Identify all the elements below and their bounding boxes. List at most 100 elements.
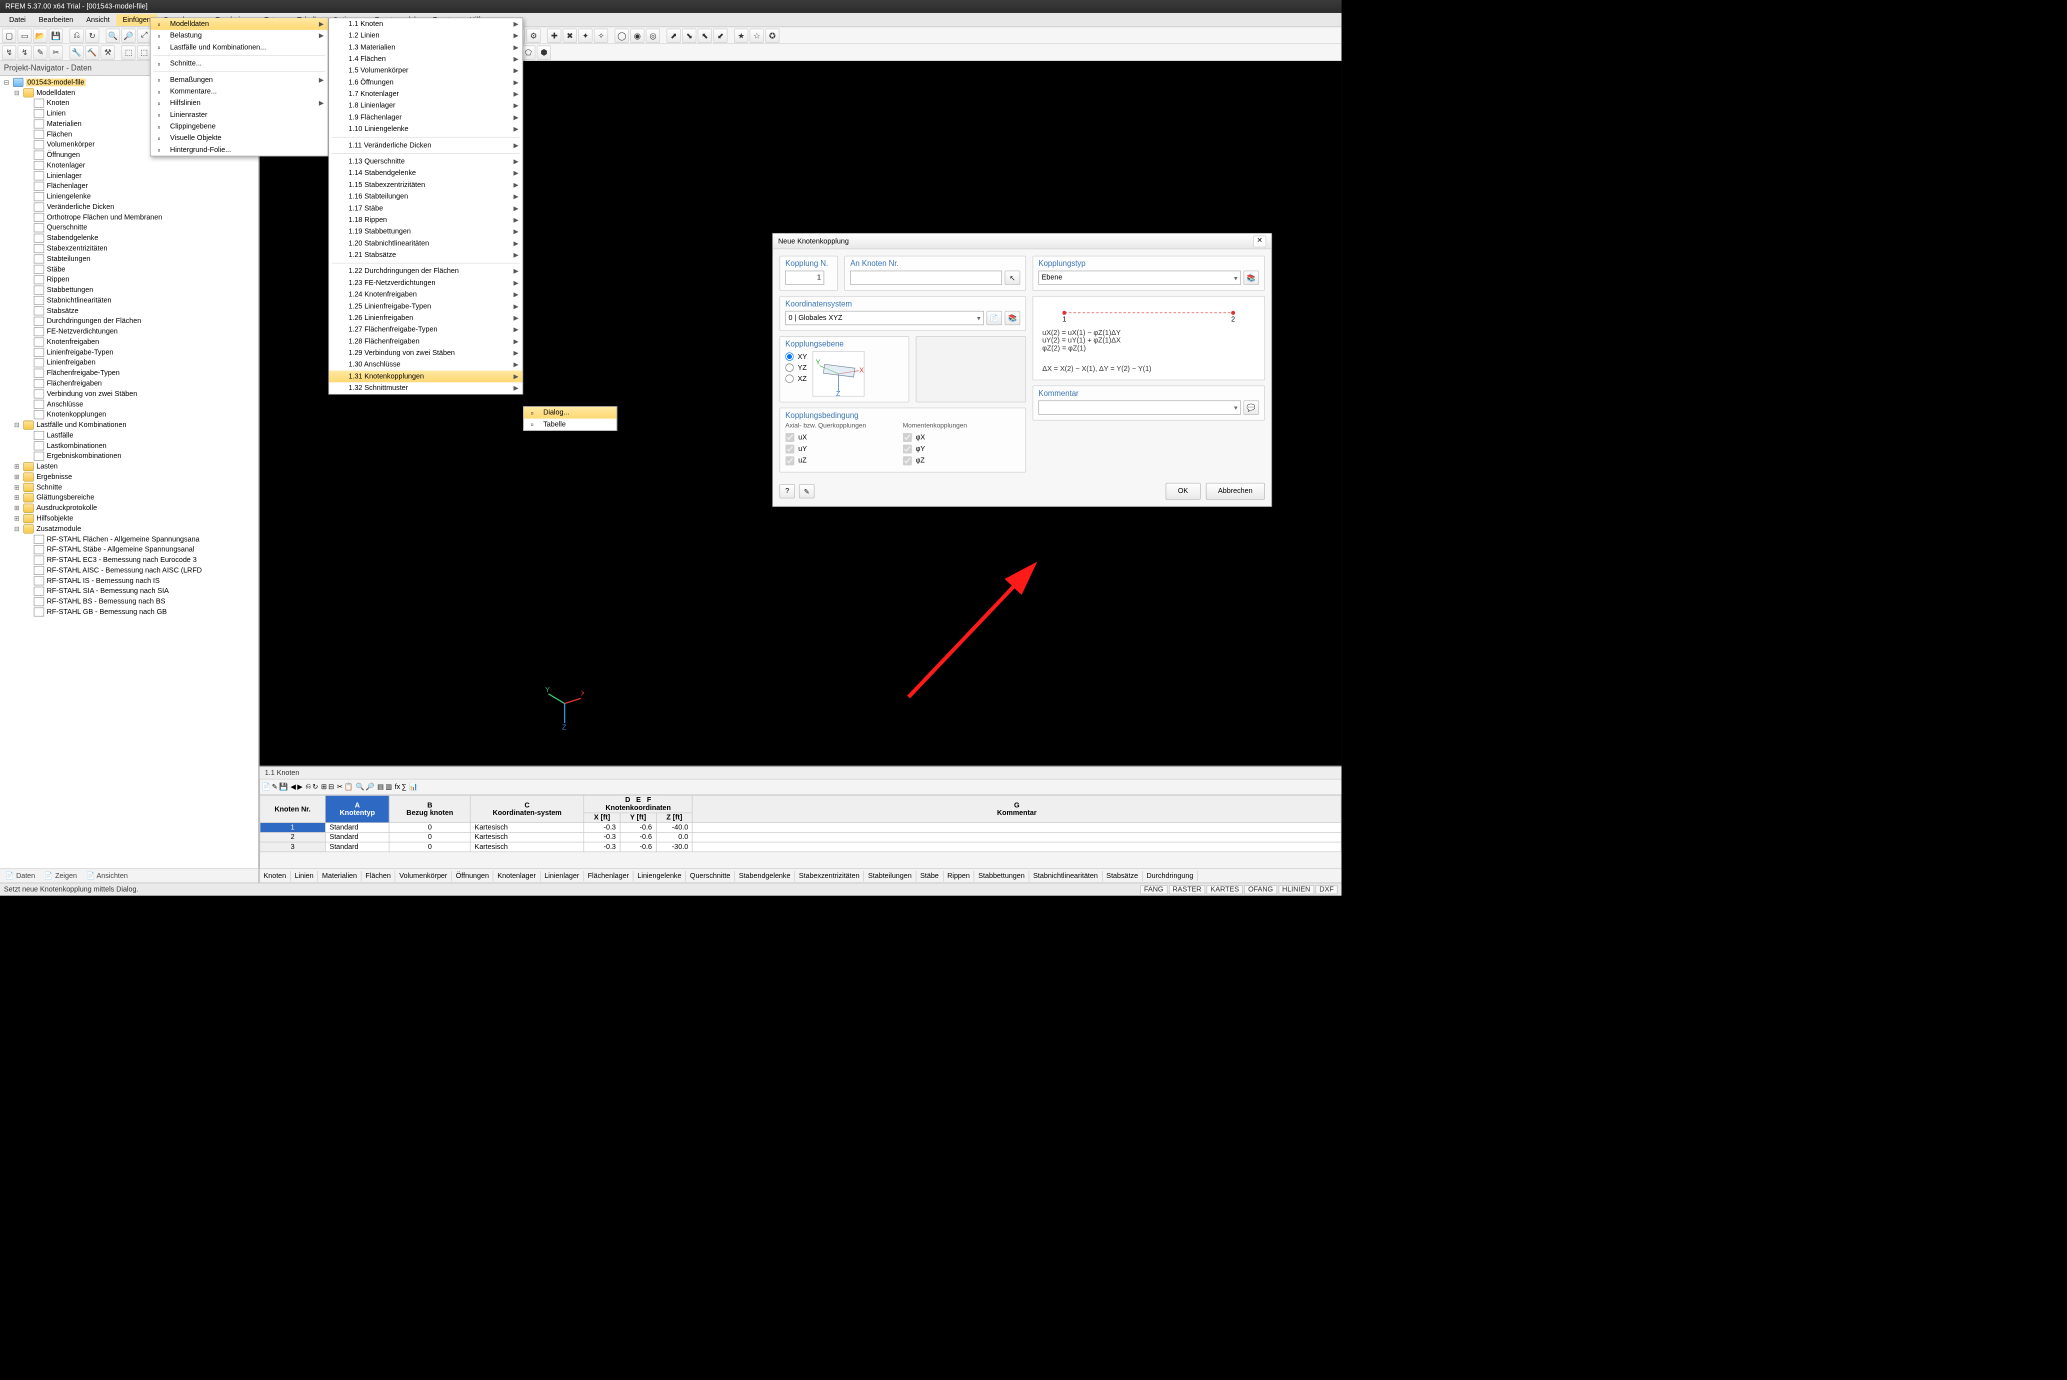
toolbar-btn[interactable]: ⬢ bbox=[537, 45, 551, 59]
menu-datei[interactable]: Datei bbox=[3, 14, 33, 26]
table-tab[interactable]: Materialien bbox=[318, 871, 361, 881]
check-option[interactable]: uY bbox=[785, 443, 902, 455]
nav-tab[interactable]: Ansichten bbox=[86, 872, 128, 880]
submenu-item[interactable]: 1.16 Stabteilungen▶ bbox=[329, 191, 522, 203]
submenu-item[interactable]: 1.27 Flächenfreigabe-Typen▶ bbox=[329, 324, 522, 336]
3d-viewport[interactable]: Y X Z ▫Modelldaten▶▫Belastung▶▫Lastfälle… bbox=[260, 61, 1342, 766]
toolbar-btn[interactable]: 🔎 bbox=[121, 28, 135, 42]
comment-apply-icon[interactable]: 💬 bbox=[1243, 400, 1259, 414]
menu-bearbeiten[interactable]: Bearbeiten bbox=[32, 14, 80, 26]
toolbar-btn[interactable]: ✦ bbox=[578, 28, 592, 42]
toolbar-btn[interactable]: ⚙ bbox=[526, 28, 540, 42]
tree-node[interactable]: Stabbettungen bbox=[0, 285, 258, 295]
table-tabs[interactable]: KnotenLinienMaterialienFlächenVolumenkör… bbox=[260, 868, 1342, 882]
menu-item[interactable]: ▫Bemaßungen▶ bbox=[151, 74, 328, 86]
ok-button[interactable]: OK bbox=[1166, 483, 1201, 500]
toolbar-btn[interactable]: 💾 bbox=[49, 28, 63, 42]
tree-node[interactable]: Stabsätze bbox=[0, 306, 258, 316]
submenu-item[interactable]: 1.22 Durchdringungen der Flächen▶ bbox=[329, 265, 522, 277]
toolbar-btn[interactable]: 🔧 bbox=[69, 45, 83, 59]
tree-node[interactable]: RF-STAHL IS - Bemessung nach IS bbox=[0, 576, 258, 586]
tree-node[interactable]: Stabexzentrizitäten bbox=[0, 243, 258, 253]
table-tab[interactable]: Liniengelenke bbox=[634, 871, 686, 881]
submenu-item[interactable]: 1.6 Öffnungen▶ bbox=[329, 77, 522, 89]
table-tab[interactable]: Linien bbox=[291, 871, 318, 881]
toolbar-btn[interactable]: ⊞ bbox=[321, 783, 327, 791]
check-option[interactable]: uX bbox=[785, 432, 902, 444]
tree-node[interactable]: RF-STAHL GB - Bemessung nach GB bbox=[0, 607, 258, 617]
submenu-item[interactable]: 1.32 Schnittmuster▶ bbox=[329, 382, 522, 394]
pick-nodes-icon[interactable]: ↖ bbox=[1005, 271, 1021, 285]
check-option[interactable]: φZ bbox=[903, 455, 1020, 467]
tree-node[interactable]: ⊞Schnitte bbox=[0, 482, 258, 492]
submenu-item[interactable]: 1.10 Liniengelenke▶ bbox=[329, 123, 522, 135]
table-tab[interactable]: Stabnichtlinearitäten bbox=[1029, 871, 1102, 881]
toolbar-btn[interactable]: 📊 bbox=[409, 783, 418, 791]
table-tab[interactable]: Flächen bbox=[362, 871, 396, 881]
table-tab[interactable]: Linienlager bbox=[540, 871, 583, 881]
cancel-button[interactable]: Abbrechen bbox=[1206, 483, 1265, 500]
toolbar-btn[interactable]: ▢ bbox=[2, 28, 16, 42]
check-option[interactable]: uZ bbox=[785, 455, 902, 467]
menu-item[interactable]: ▫Modelldaten▶ bbox=[151, 18, 328, 30]
coupling-no-field[interactable] bbox=[785, 271, 824, 285]
tree-node[interactable]: RF-STAHL AISC - Bemessung nach AISC (LRF… bbox=[0, 565, 258, 575]
note-icon[interactable]: ✎ bbox=[799, 484, 815, 498]
submenu2-item[interactable]: ▫Tabelle bbox=[524, 419, 617, 431]
status-cell[interactable]: FANG bbox=[1140, 885, 1167, 894]
table-tab[interactable]: Öffnungen bbox=[452, 871, 494, 881]
toolbar-btn[interactable]: ◉ bbox=[630, 28, 644, 42]
toolbar-btn[interactable]: ⬠ bbox=[521, 45, 535, 59]
tree-node[interactable]: Flächenfreigaben bbox=[0, 378, 258, 388]
at-nodes-field[interactable] bbox=[850, 271, 1002, 285]
tree-node[interactable]: RF-STAHL EC3 - Bemessung nach Eurocode 3 bbox=[0, 555, 258, 565]
tree-node[interactable]: Orthotrope Flächen und Membranen bbox=[0, 212, 258, 222]
toolbar-btn[interactable]: ◯ bbox=[615, 28, 629, 42]
menu-item[interactable]: ▫Kommentare... bbox=[151, 86, 328, 98]
toolbar-btn[interactable]: ↯ bbox=[18, 45, 32, 59]
tree-node[interactable]: ⊞Ergebnisse bbox=[0, 472, 258, 482]
modelldaten-submenu[interactable]: 1.1 Knoten▶1.2 Linien▶1.3 Materialien▶1.… bbox=[328, 18, 523, 395]
toolbar-btn[interactable]: ✖ bbox=[563, 28, 577, 42]
submenu-item[interactable]: 1.19 Stabbettungen▶ bbox=[329, 226, 522, 238]
table-tab[interactable]: Stabendgelenke bbox=[735, 871, 795, 881]
tree-node[interactable]: Verbindung von zwei Stäben bbox=[0, 389, 258, 399]
toolbar-btn[interactable]: 🔎 bbox=[366, 783, 375, 791]
submenu2-item[interactable]: ▫Dialog... bbox=[524, 407, 617, 419]
toolbar-btn[interactable]: 📂 bbox=[33, 28, 47, 42]
check-option[interactable]: φX bbox=[903, 432, 1020, 444]
toolbar-btn[interactable]: ◎ bbox=[646, 28, 660, 42]
submenu-item[interactable]: 1.1 Knoten▶ bbox=[329, 18, 522, 30]
toolbar-btn[interactable]: ⎌ bbox=[305, 783, 311, 791]
submenu-item[interactable]: 1.26 Linienfreigaben▶ bbox=[329, 312, 522, 324]
tree-node[interactable]: Anschlüsse bbox=[0, 399, 258, 409]
tree-node[interactable]: Stabteilungen bbox=[0, 254, 258, 264]
edit-cs-icon[interactable]: 📚 bbox=[1005, 311, 1021, 325]
table-tab[interactable]: Flächenlager bbox=[584, 871, 634, 881]
toolbar-btn[interactable]: 🔍 bbox=[356, 783, 365, 791]
submenu-item[interactable]: 1.30 Anschlüsse▶ bbox=[329, 359, 522, 371]
tree-node[interactable]: RF-STAHL Stäbe - Allgemeine Spannungsana… bbox=[0, 545, 258, 555]
submenu-item[interactable]: 1.9 Flächenlager▶ bbox=[329, 112, 522, 124]
menu-item[interactable]: ▫Clippingebene bbox=[151, 121, 328, 133]
toolbar-btn[interactable]: ▶ bbox=[297, 783, 302, 791]
table-tab[interactable]: Durchdringung bbox=[1143, 871, 1198, 881]
submenu-item[interactable]: 1.3 Materialien▶ bbox=[329, 42, 522, 54]
toolbar-btn[interactable]: ✎ bbox=[33, 45, 47, 59]
tree-node[interactable]: FE-Netzverdichtungen bbox=[0, 326, 258, 336]
menu-item[interactable]: ▫Hintergrund-Folie... bbox=[151, 144, 328, 156]
toolbar-btn[interactable]: ⊟ bbox=[328, 783, 334, 791]
tree-node[interactable]: RF-STAHL Flächen - Allgemeine Spannungsa… bbox=[0, 534, 258, 544]
toolbar-btn[interactable]: fx bbox=[395, 783, 401, 791]
plane-option[interactable]: XZ bbox=[785, 373, 807, 384]
status-cell[interactable]: OFANG bbox=[1244, 885, 1277, 894]
tree-node[interactable]: RF-STAHL BS - Bemessung nach BS bbox=[0, 596, 258, 606]
status-cell[interactable]: DXF bbox=[1316, 885, 1338, 894]
toolbar-btn[interactable]: ▥ bbox=[385, 783, 392, 791]
toolbar-btn[interactable]: ⚒ bbox=[101, 45, 115, 59]
toolbar-btn[interactable]: ⎌ bbox=[69, 28, 83, 42]
tree-node[interactable]: Durchdringungen der Flächen bbox=[0, 316, 258, 326]
menu-item[interactable]: ▫Belastung▶ bbox=[151, 30, 328, 42]
toolbar-btn[interactable]: ✪ bbox=[765, 28, 779, 42]
tree-node[interactable]: Lastkombinationen bbox=[0, 441, 258, 451]
